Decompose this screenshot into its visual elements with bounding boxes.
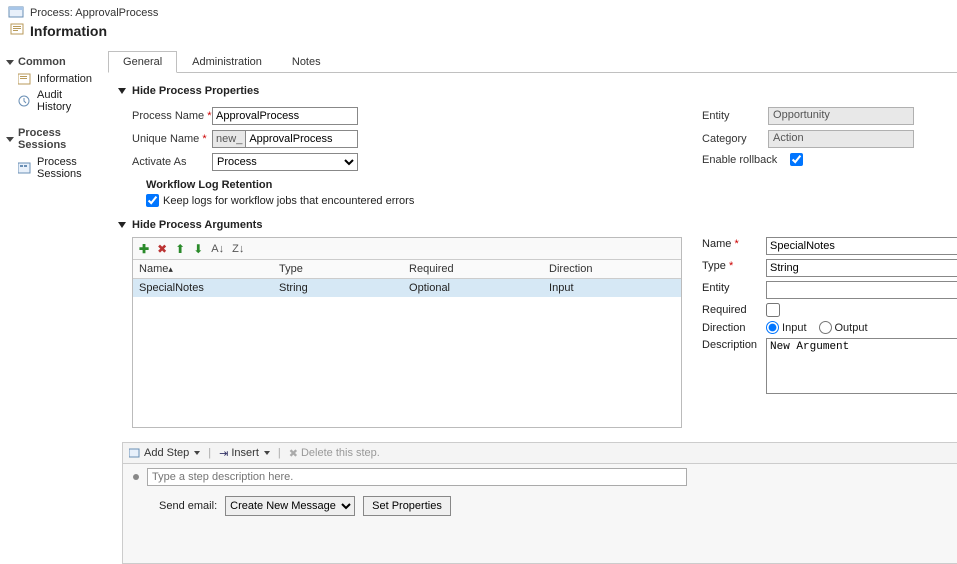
tab-bar: General Administration Notes: [108, 50, 957, 73]
radio-arg-input[interactable]: Input: [766, 321, 806, 334]
unique-name-prefix: new_: [213, 131, 246, 147]
textarea-arg-description[interactable]: [766, 338, 957, 394]
radio-arg-output[interactable]: Output: [819, 321, 868, 334]
field-category: Action: [768, 130, 914, 148]
col-direction[interactable]: Direction: [543, 260, 681, 278]
input-process-name[interactable]: [212, 107, 358, 125]
label-enable-rollback: Enable rollback: [702, 154, 790, 166]
process-icon: [8, 6, 24, 20]
checkbox-arg-required[interactable]: [766, 303, 780, 317]
sessions-icon: [18, 162, 32, 174]
label-keep-logs: Keep logs for workflow jobs that encount…: [163, 195, 414, 207]
label-unique-name: Unique Name *: [132, 133, 212, 145]
sidebar-group-sessions[interactable]: Process Sessions: [6, 127, 92, 151]
field-entity: Opportunity: [768, 107, 914, 125]
argument-row[interactable]: SpecialNotes String Optional Input: [133, 279, 681, 297]
delete-step-button[interactable]: ✖ Delete this step.: [289, 447, 380, 460]
add-step-icon: [129, 447, 141, 459]
label-arg-required: Required: [702, 303, 766, 316]
label-arg-type: Type *: [702, 259, 766, 272]
set-properties-button[interactable]: Set Properties: [363, 496, 451, 516]
info-title-icon: [10, 22, 26, 39]
label-workflow-log: Workflow Log Retention: [146, 179, 502, 191]
delete-icon[interactable]: ✖: [157, 242, 167, 256]
sidebar-group-common[interactable]: Common: [6, 56, 92, 68]
caret-down-icon: [6, 137, 14, 142]
caret-down-icon: [6, 60, 14, 65]
add-step-button[interactable]: Add Step: [129, 447, 200, 459]
step-action-row: Send email: Create New Message Set Prope…: [123, 490, 957, 522]
input-arg-entity[interactable]: [766, 281, 957, 299]
col-required[interactable]: Required: [403, 260, 543, 278]
label-arg-direction: Direction: [702, 321, 766, 334]
argument-detail: Name * Type * Entity Required: [702, 237, 957, 428]
sidebar: Common Information Audit History Process…: [0, 46, 98, 543]
label-arg-entity: Entity: [702, 281, 766, 294]
input-unique-name[interactable]: [246, 131, 358, 147]
step-bullet-icon: [133, 474, 139, 480]
label-arg-name: Name *: [702, 237, 766, 250]
label-activate-as: Activate As: [132, 156, 212, 168]
sort-asc-icon[interactable]: A↓: [211, 243, 224, 255]
section-properties-toggle[interactable]: Hide Process Properties: [118, 85, 957, 97]
page-title: Information: [30, 23, 107, 39]
move-down-icon[interactable]: ⬇: [193, 242, 203, 256]
select-email-type[interactable]: Create New Message: [225, 496, 355, 516]
arguments-header: Name▴ Type Required Direction: [133, 260, 681, 279]
page-header: Process: ApprovalProcess: [0, 0, 957, 24]
arguments-grid: ✚ ✖ ⬆ ⬇ A↓ Z↓ Name▴ Type Required Direct…: [132, 237, 682, 428]
label-category: Category: [702, 133, 768, 145]
sidebar-item-process-sessions[interactable]: Process Sessions: [6, 154, 92, 182]
tab-administration[interactable]: Administration: [177, 51, 277, 73]
checkbox-keep-logs[interactable]: [146, 194, 159, 207]
caret-down-icon: [118, 222, 126, 228]
sort-desc-icon[interactable]: Z↓: [232, 243, 244, 255]
label-arg-description: Description: [702, 338, 766, 351]
label-process-name: Process Name *: [132, 110, 212, 122]
tab-notes[interactable]: Notes: [277, 51, 336, 73]
steps-toolbar: Add Step | ⇥Insert | ✖ Delete this step.: [122, 442, 957, 464]
input-step-description[interactable]: [147, 468, 687, 486]
sidebar-item-information[interactable]: Information: [6, 71, 92, 87]
caret-down-icon: [118, 88, 126, 94]
checkbox-enable-rollback[interactable]: [790, 153, 803, 166]
col-type[interactable]: Type: [273, 260, 403, 278]
info-icon: [18, 73, 32, 85]
label-send-email: Send email:: [159, 500, 217, 512]
insert-button[interactable]: ⇥Insert: [219, 447, 270, 460]
audit-icon: [18, 95, 32, 107]
steps-body: Send email: Create New Message Set Prope…: [122, 464, 957, 564]
content-area: General Administration Notes Hide Proces…: [98, 46, 957, 543]
sidebar-item-audit-history[interactable]: Audit History: [6, 87, 92, 115]
arguments-toolbar: ✚ ✖ ⬆ ⬇ A↓ Z↓: [133, 238, 681, 260]
col-name[interactable]: Name▴: [133, 260, 273, 278]
input-arg-name[interactable]: [766, 237, 957, 255]
tab-general[interactable]: General: [108, 51, 177, 73]
section-arguments-toggle[interactable]: Hide Process Arguments: [118, 219, 957, 231]
move-up-icon[interactable]: ⬆: [175, 242, 185, 256]
label-entity: Entity: [702, 110, 768, 122]
process-breadcrumb: Process: ApprovalProcess: [30, 7, 158, 19]
input-arg-type[interactable]: [766, 259, 957, 277]
select-activate-as[interactable]: Process: [212, 153, 358, 171]
step-row[interactable]: [123, 464, 957, 490]
add-icon[interactable]: ✚: [139, 242, 149, 256]
